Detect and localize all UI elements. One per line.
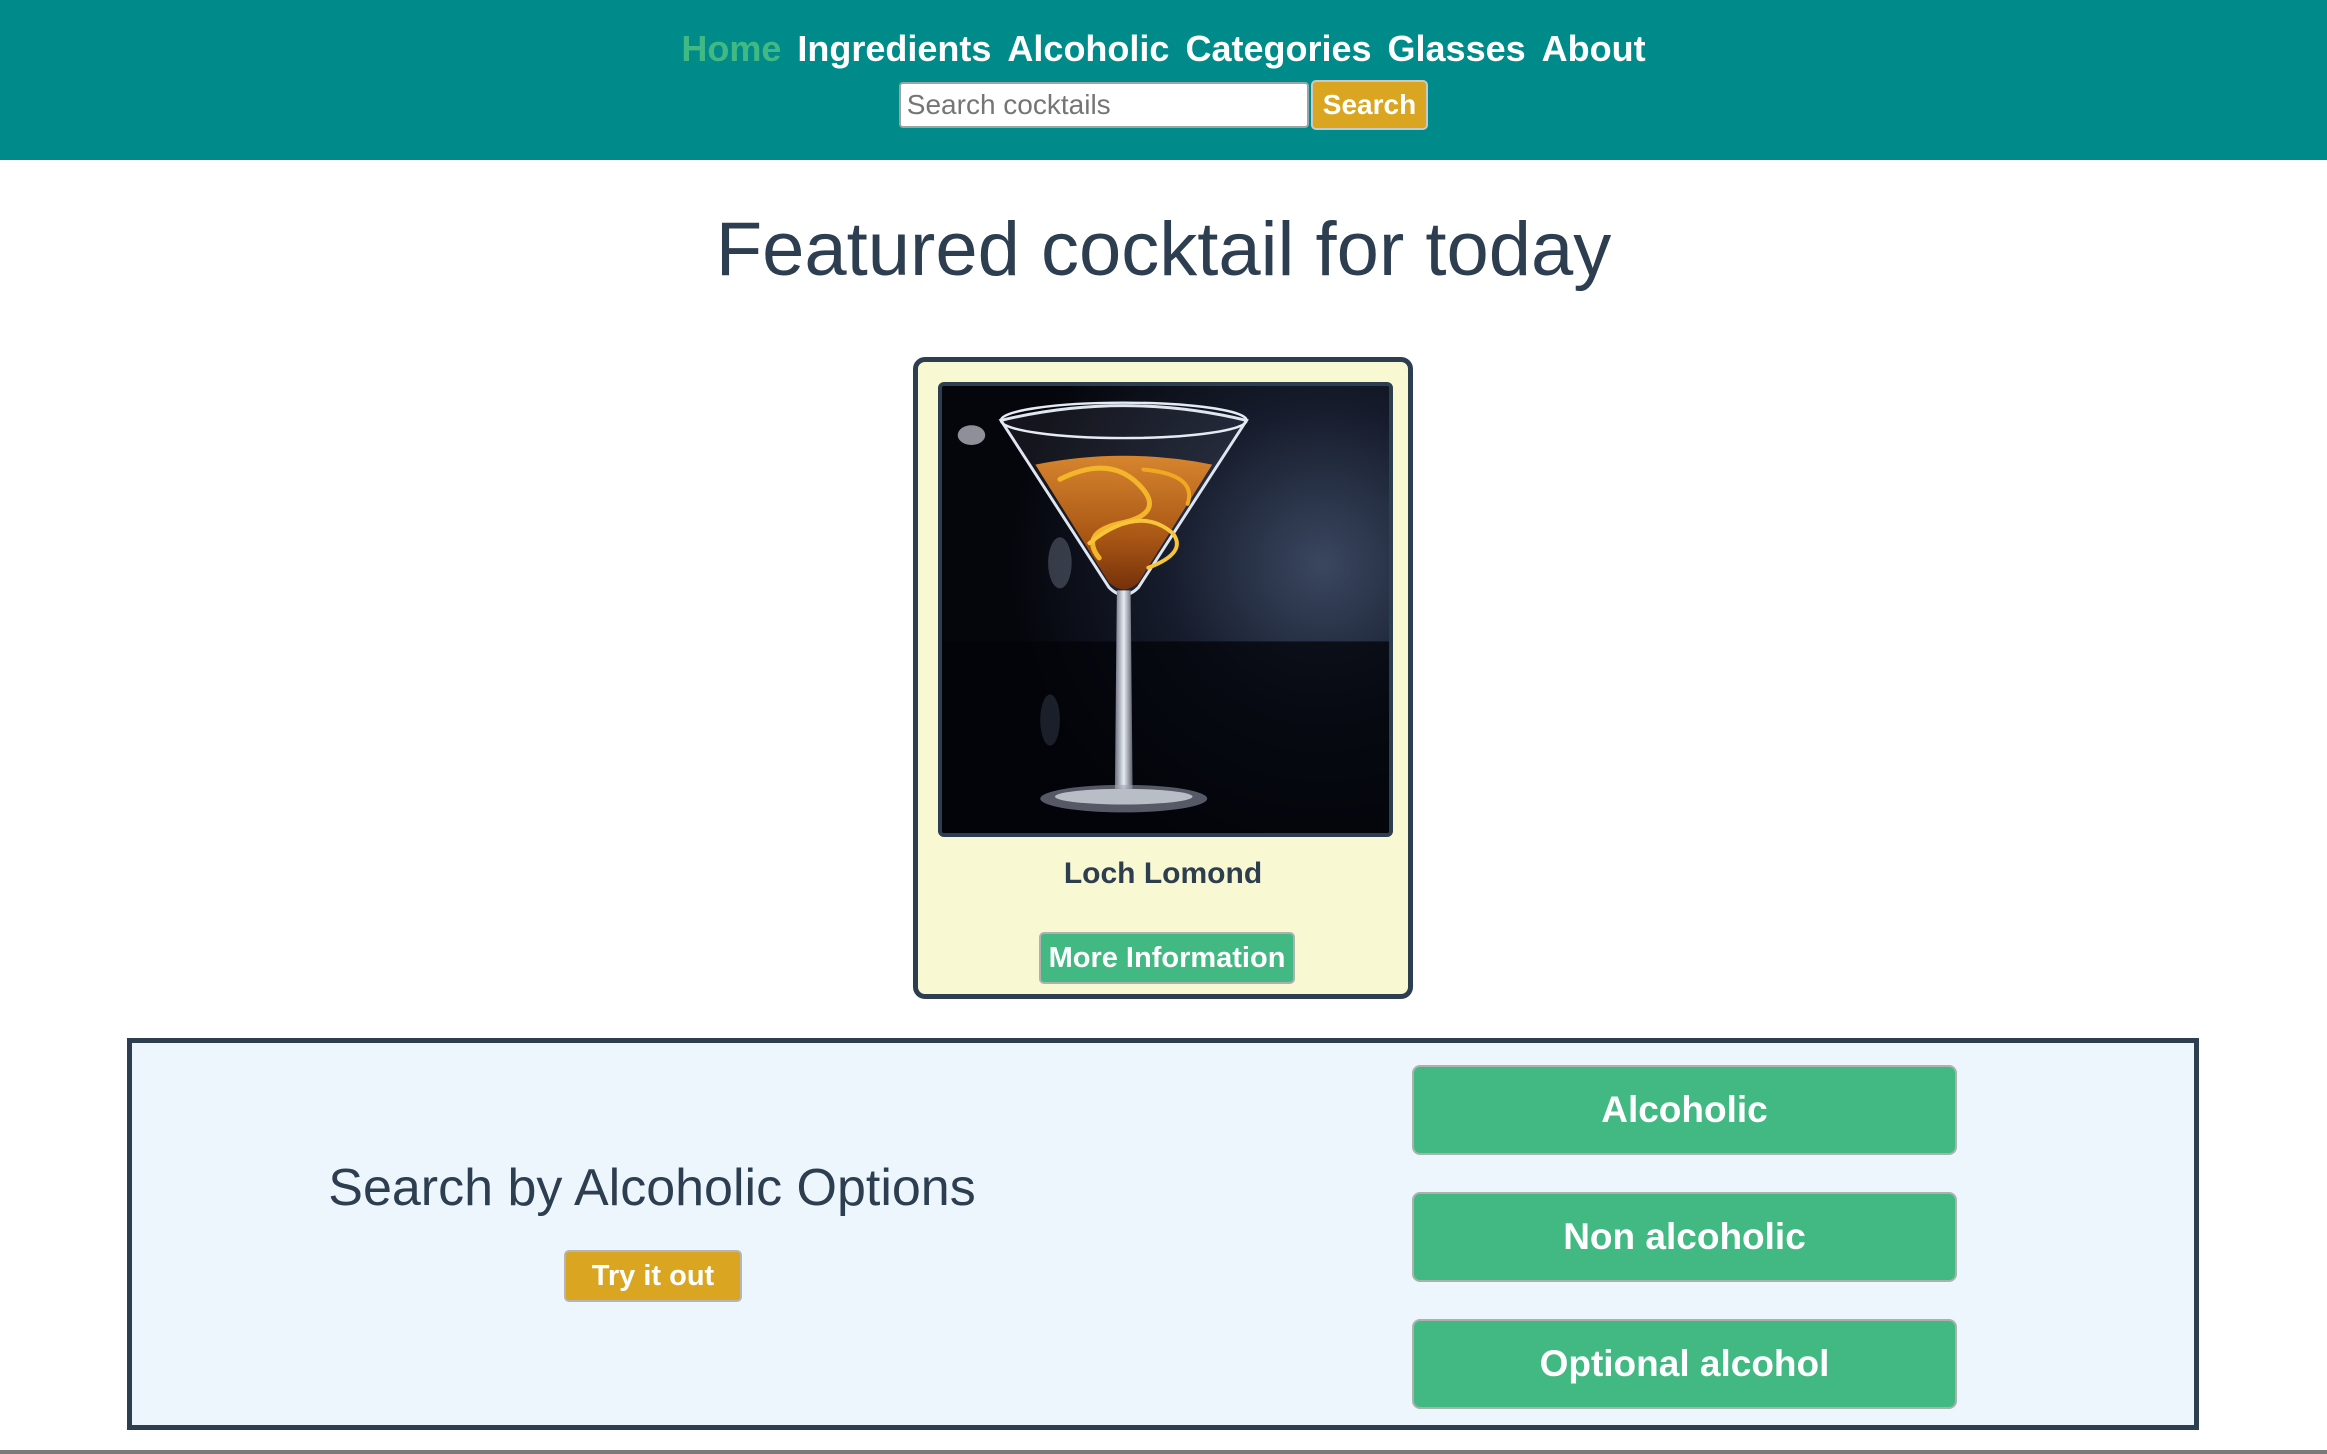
site-header: Home Ingredients Alcoholic Categories Gl…	[0, 0, 2327, 160]
try-it-out-button[interactable]: Try it out	[564, 1250, 742, 1302]
search-input[interactable]	[898, 82, 1309, 128]
main-nav: Home Ingredients Alcoholic Categories Gl…	[0, 22, 2327, 76]
non-alcoholic-option-button[interactable]: Non alcoholic	[1412, 1192, 1957, 1282]
cocktail-name: Loch Lomond	[1063, 857, 1263, 890]
cocktail-photo	[942, 386, 1389, 833]
nav-about-link[interactable]: About	[1542, 22, 1646, 76]
search-bar: Search	[0, 80, 2327, 130]
page-title: Featured cocktail for today	[715, 207, 1612, 292]
nav-glasses-link[interactable]: Glasses	[1388, 22, 1526, 76]
nav-alcoholic-link[interactable]: Alcoholic	[1007, 22, 1169, 76]
nav-ingredients-link[interactable]: Ingredients	[797, 22, 991, 76]
alcoholic-options-title: Search by Alcoholic Options	[328, 1159, 976, 1217]
alcoholic-options-panel: Search by Alcoholic Options Try it out A…	[127, 1038, 2199, 1430]
search-button[interactable]: Search	[1310, 80, 1429, 130]
more-information-button[interactable]: More Information	[1039, 932, 1295, 984]
nav-home-link[interactable]: Home	[681, 22, 781, 76]
optional-alcohol-option-button[interactable]: Optional alcohol	[1412, 1319, 1957, 1409]
nav-categories-link[interactable]: Categories	[1185, 22, 1371, 76]
featured-cocktail-card: Loch Lomond More Information	[913, 357, 1413, 999]
page-bottom-divider	[0, 1450, 2327, 1454]
alcoholic-option-button[interactable]: Alcoholic	[1412, 1065, 1957, 1155]
cocktail-image[interactable]	[938, 382, 1393, 837]
